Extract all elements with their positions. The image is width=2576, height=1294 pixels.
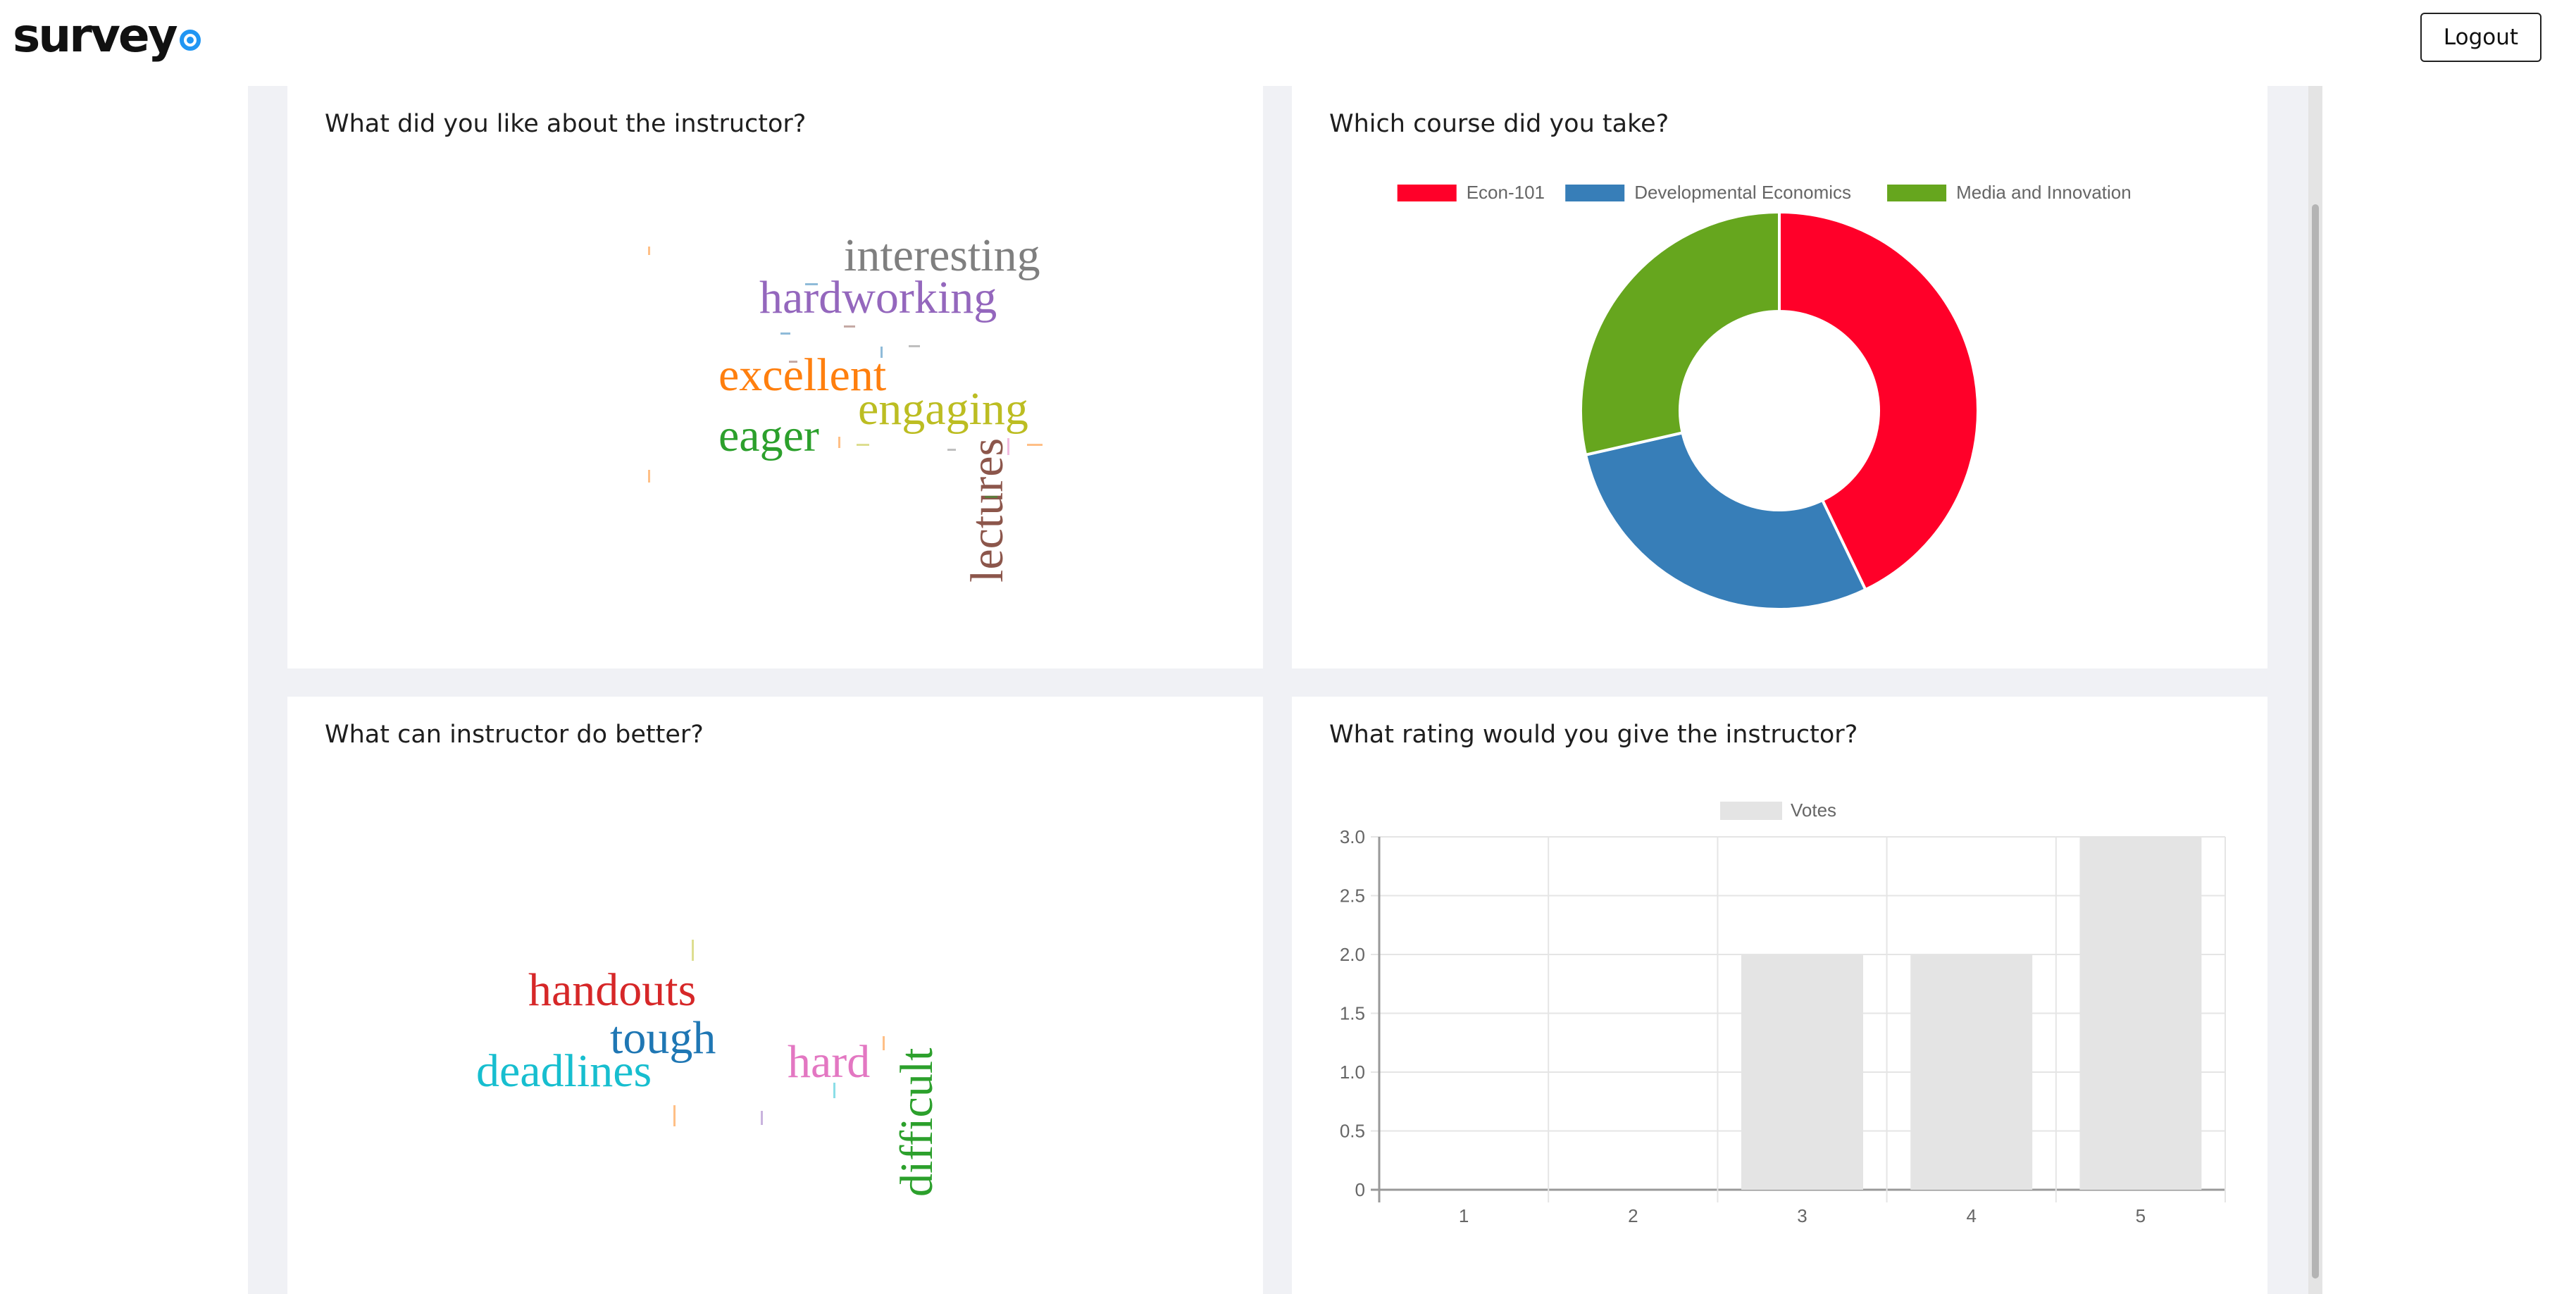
y-tick-label: 1.5 (1340, 1003, 1365, 1024)
word-deadlines: deadlines (476, 1045, 652, 1097)
word-cloud-improve: handouts tough deadlines hard difficult (476, 940, 942, 1197)
card-course-taken: Which course did you take? Econ-101 Devel… (1292, 86, 2267, 668)
legend-swatch-votes[interactable] (1720, 802, 1782, 820)
word-engaging: engaging (858, 383, 1028, 435)
bar-rating-5[interactable] (2079, 837, 2202, 1190)
card-liked-instructor: What did you like about the instructor? … (287, 86, 1263, 668)
top-bar: survey Logout (0, 0, 2576, 86)
course-doughnut-chart: Econ-101 Developmental Economics Media and… (1397, 182, 2132, 611)
word-hard: hard (788, 1036, 870, 1088)
legend-label-votes[interactable]: Votes (1791, 800, 1836, 821)
y-tick-label: 3.0 (1340, 826, 1365, 847)
x-tick-label: 3 (1797, 1205, 1807, 1226)
logo-text: survey (13, 8, 178, 63)
doughnut-slice-2[interactable] (1579, 210, 1781, 457)
scrollbar-thumb[interactable] (2312, 204, 2319, 1279)
legend-label-1[interactable]: Developmental Economics (1634, 182, 1851, 203)
y-tick-label: 0.5 (1340, 1121, 1365, 1142)
card-instructor-improve: What can instructor do better? handouts … (287, 697, 1263, 1294)
doughnut-slice-1[interactable] (1583, 430, 1868, 611)
logout-button[interactable]: Logout (2420, 13, 2541, 62)
legend-swatch-2[interactable] (1887, 185, 1947, 201)
card-instructor-rating: What rating would you give the instructo… (1292, 697, 2267, 1294)
word-lectures: lectures (962, 438, 1013, 583)
legend-label-2[interactable]: Media and Innovation (1956, 182, 2132, 203)
y-tick-label: 2.5 (1340, 885, 1365, 907)
word-difficult: difficult (891, 1048, 942, 1197)
logo-dot-icon (179, 30, 201, 51)
rating-bar-chart: Votes 0 0.5 1.0 1.5 2.0 2.5 3.0 1 2 3 4 5 (1340, 800, 2226, 1226)
x-tick-label: 2 (1628, 1205, 1638, 1226)
bar-rating-4[interactable] (1910, 954, 2033, 1190)
legend-swatch-0[interactable] (1397, 185, 1457, 201)
word-eager: eager (718, 410, 819, 461)
y-tick-label: 2.0 (1340, 944, 1365, 965)
word-hardworking: hardworking (759, 272, 997, 323)
bar-rating-3[interactable] (1741, 954, 1863, 1190)
legend-swatch-1[interactable] (1565, 185, 1625, 201)
x-tick-label: 5 (2136, 1205, 2146, 1226)
y-tick-label: 1.0 (1340, 1062, 1365, 1083)
word-handouts: handouts (528, 964, 696, 1016)
legend-label-0[interactable]: Econ-101 (1467, 182, 1545, 203)
survey-logo[interactable]: survey (13, 4, 201, 68)
y-tick-label: 0 (1355, 1179, 1365, 1200)
word-cloud-liked: interesting hardworking excellent engagi… (648, 230, 1043, 583)
x-tick-label: 1 (1459, 1205, 1469, 1226)
x-tick-label: 4 (1966, 1205, 1976, 1226)
